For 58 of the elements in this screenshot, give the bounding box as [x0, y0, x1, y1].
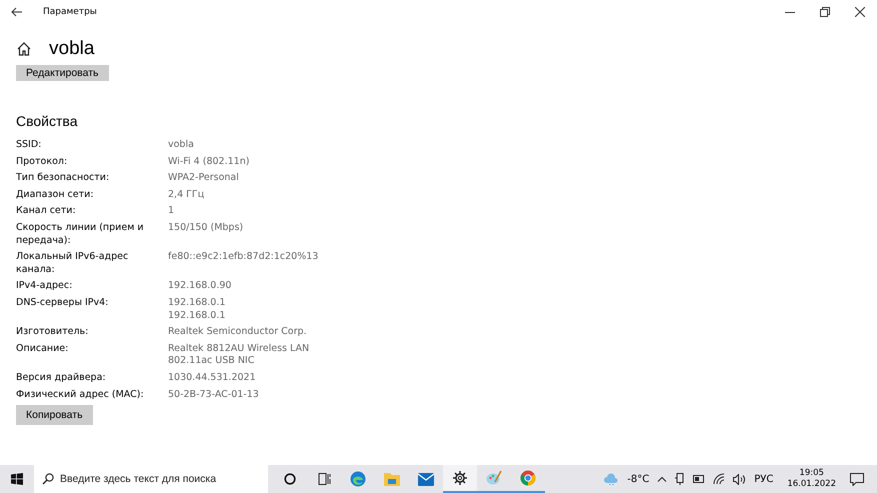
- home-icon[interactable]: [17, 42, 31, 56]
- property-label: Физический адрес (MAC):: [16, 388, 145, 402]
- property-label: SSID:: [16, 139, 42, 152]
- property-label: Скорость линии (прием и передача):: [16, 222, 145, 248]
- page-title: vobla: [49, 38, 94, 60]
- property-value: 1030.44.531.2021: [168, 372, 256, 384]
- mail-icon: [418, 472, 434, 486]
- property-label: Версия драйвера:: [16, 372, 107, 384]
- property-value: 192.168.0.90: [168, 280, 232, 293]
- battery-icon[interactable]: [693, 475, 706, 483]
- property-value: vobla: [168, 139, 194, 152]
- copy-button[interactable]: Копировать: [16, 405, 93, 426]
- notification-icon[interactable]: [850, 472, 864, 486]
- property-label: Локальный IPv6-адрес канала:: [16, 251, 130, 276]
- section-heading: Свойства: [16, 113, 78, 129]
- property-value: 50-2B-73-AC-01-13: [168, 388, 259, 402]
- property-label: Тип безопасности:: [16, 172, 110, 185]
- folder-icon: [384, 472, 400, 486]
- property-label: Канал сети:: [16, 205, 77, 218]
- language-indicator[interactable]: РУС: [754, 474, 774, 484]
- device-icon[interactable]: [675, 473, 686, 485]
- restore-icon[interactable]: [820, 7, 830, 17]
- property-label: Протокол:: [16, 156, 68, 168]
- property-label: Изготовитель:: [16, 326, 90, 339]
- property-value: fe80::e9c2:1efb:87d2:1c20%13: [168, 251, 318, 264]
- property-value: Wi-Fi 4 (802.11n): [168, 156, 250, 168]
- property-label: Диапазон сети:: [16, 188, 95, 202]
- browser-icon: [520, 470, 536, 486]
- circle-icon: [284, 473, 296, 485]
- start-icon[interactable]: [11, 473, 23, 485]
- task-view-icon: [318, 473, 330, 485]
- property-value: 802.11ac USB NIC: [168, 355, 256, 368]
- taskbar-app[interactable]: [443, 465, 477, 493]
- clock[interactable]: 19:05 16.01.2022: [787, 468, 836, 490]
- speaker-icon[interactable]: [733, 474, 746, 484]
- close-icon[interactable]: [855, 7, 865, 17]
- chevron-up-icon[interactable]: [657, 476, 668, 482]
- property-value: 1: [168, 205, 174, 218]
- temperature[interactable]: -8°C: [627, 474, 650, 484]
- property-label: IPv4-адрес:: [16, 280, 74, 293]
- browser-icon: [350, 471, 366, 487]
- property-value: 2,4 ГГц: [168, 188, 204, 202]
- property-value: Realtek 8812AU Wireless LAN: [168, 342, 310, 356]
- search-icon: [42, 473, 54, 485]
- property-value: 192.168.0.1: [168, 310, 226, 322]
- property-value: 150/150 (Mbps): [168, 222, 244, 235]
- settings-icon: [453, 471, 467, 485]
- property-label: DNS-серверы IPv4:: [16, 296, 110, 310]
- wifi-icon[interactable]: [713, 473, 726, 485]
- back-icon[interactable]: [11, 7, 22, 17]
- window-title: Параметры: [43, 7, 97, 17]
- property-value: 192.168.0.1: [168, 296, 226, 310]
- search-field[interactable]: Введите здесь текст для поиска: [34, 465, 268, 493]
- property-value: Realtek Semiconductor Corp.: [168, 326, 307, 339]
- edit-button[interactable]: Редактировать: [16, 65, 109, 81]
- property-value: WPA2-Personal: [168, 172, 239, 185]
- property-label: Описание:: [16, 342, 70, 356]
- palette-icon: [486, 470, 502, 486]
